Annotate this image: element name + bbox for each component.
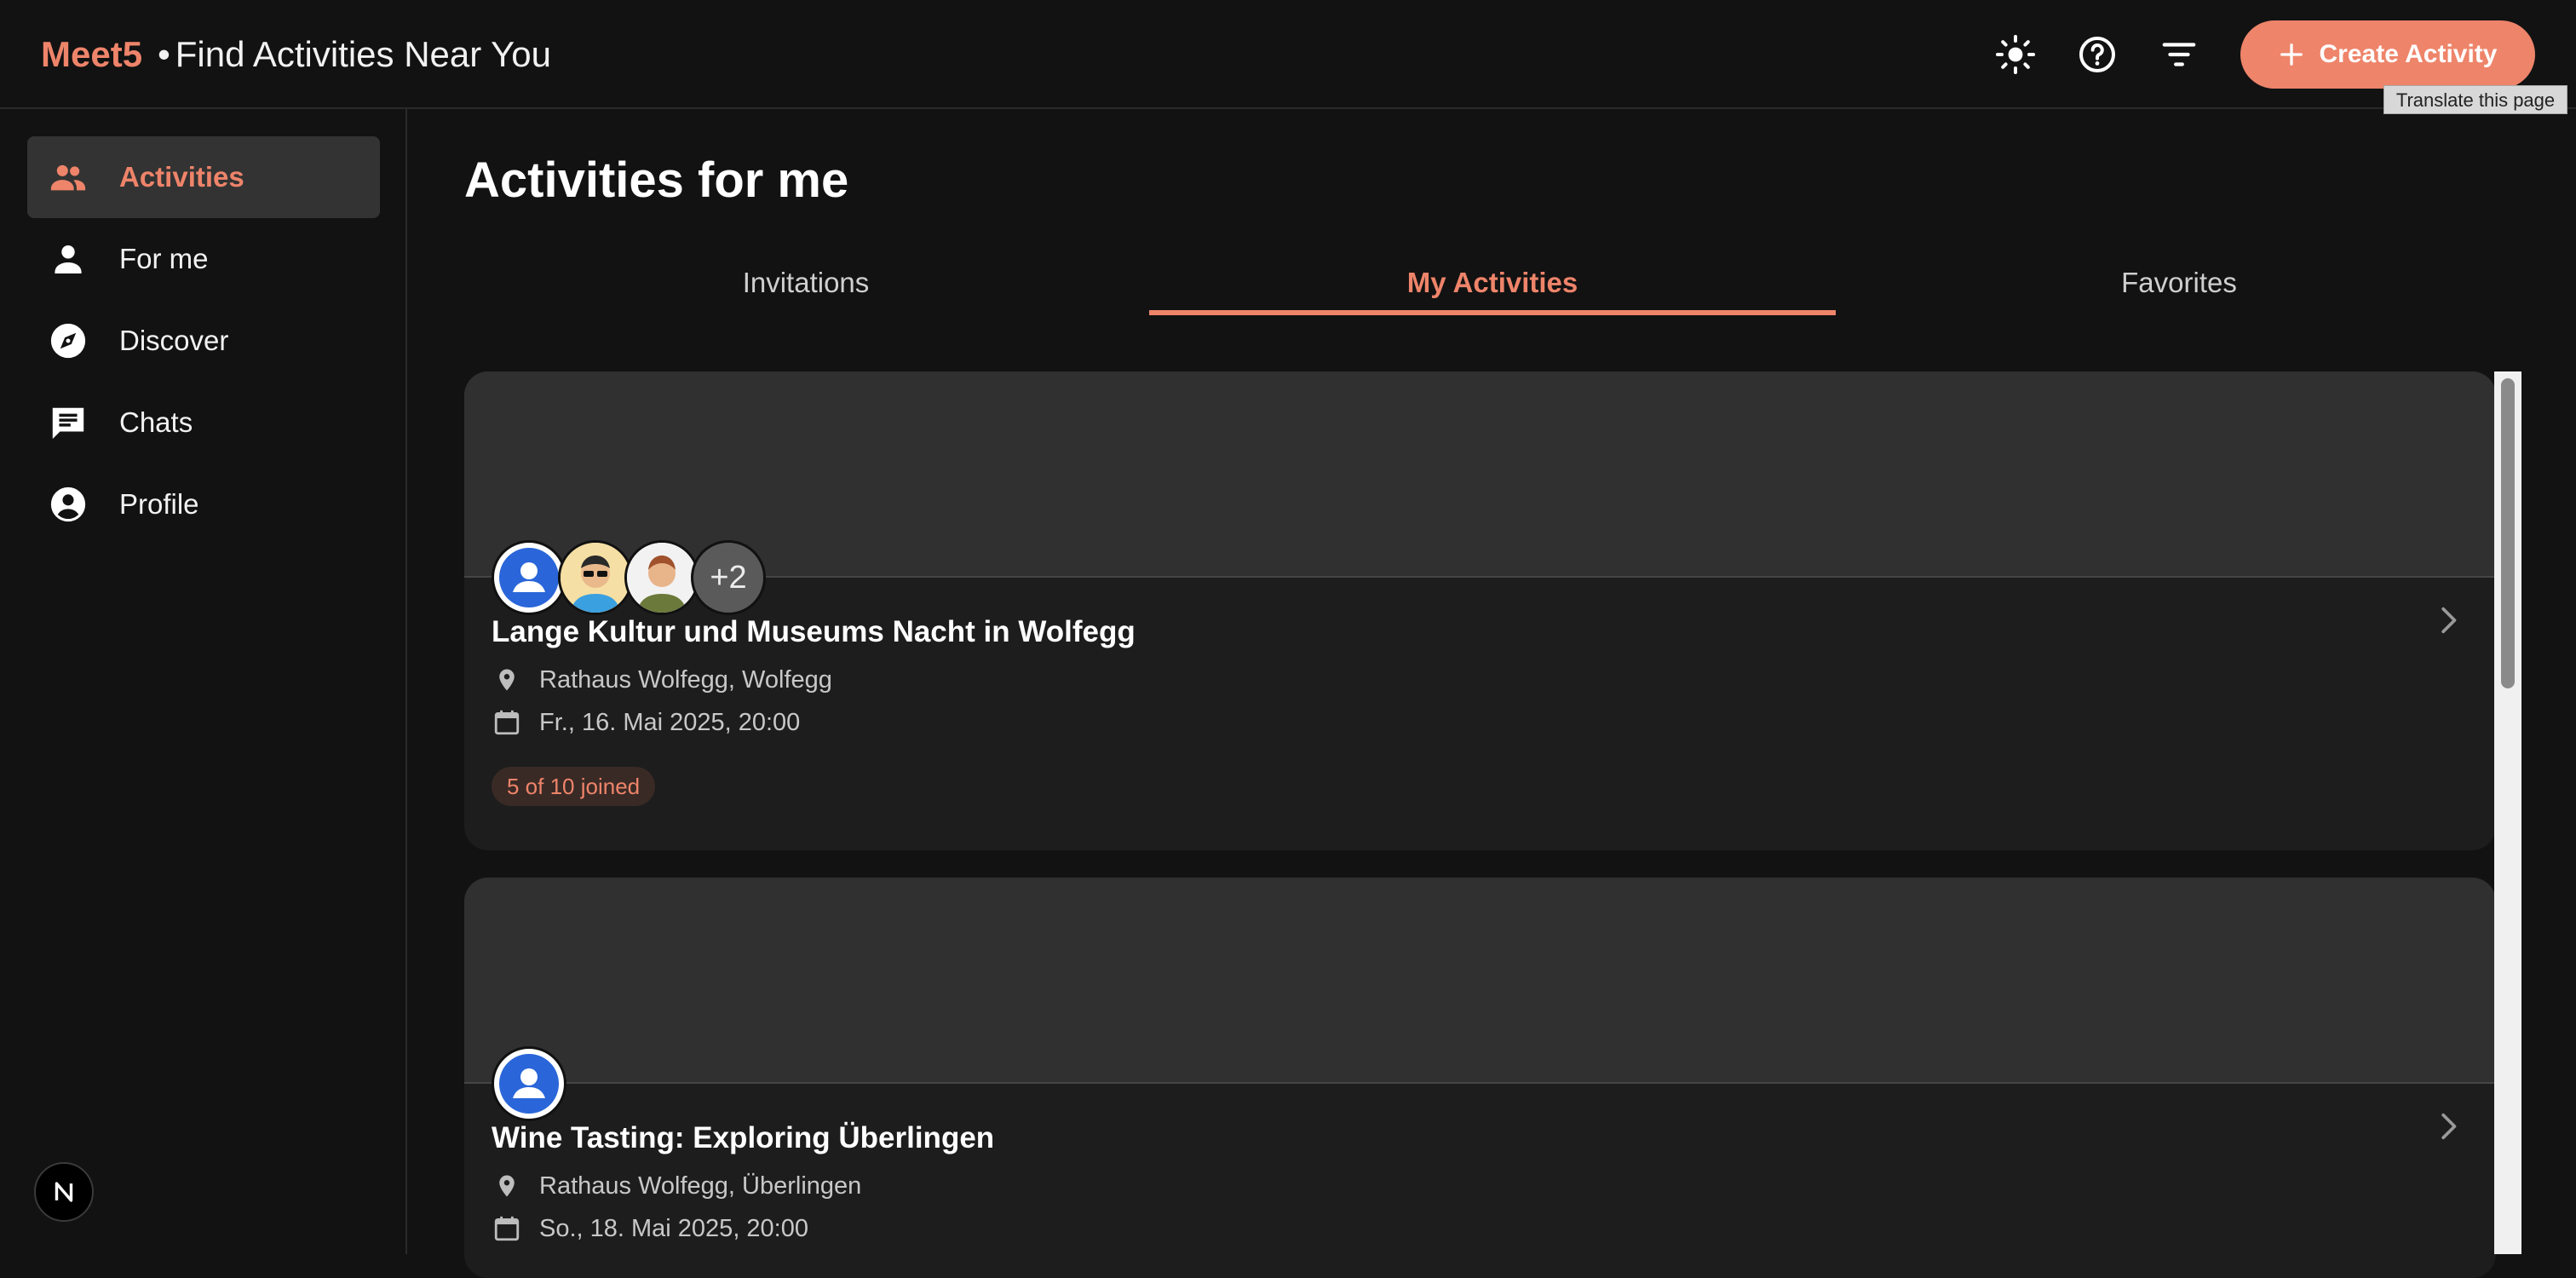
sidebar-item-label: Chats bbox=[119, 406, 193, 438]
tab-invitations[interactable]: Invitations bbox=[463, 247, 1149, 319]
avatar bbox=[492, 540, 566, 615]
sidebar-item-profile[interactable]: Profile bbox=[27, 463, 380, 545]
location-text: Rathaus Wolfegg, Wolfegg bbox=[539, 665, 832, 694]
activity-card[interactable]: +2 Lange Kultur und Museums Nacht in Wol… bbox=[464, 371, 2496, 850]
help-button[interactable] bbox=[2072, 29, 2123, 80]
tab-favorites[interactable]: Favorites bbox=[1836, 247, 2522, 319]
sidebar: Activities For me Discover Chats Profile bbox=[0, 109, 407, 1254]
date-text: Fr., 16. Mai 2025, 20:00 bbox=[539, 708, 801, 736]
dev-badge[interactable] bbox=[34, 1162, 94, 1222]
sidebar-item-chats[interactable]: Chats bbox=[27, 382, 380, 463]
location-pin-icon bbox=[492, 1171, 522, 1201]
avatar bbox=[558, 540, 633, 615]
sidebar-item-label: Activities bbox=[119, 161, 244, 193]
compass-icon bbox=[46, 319, 90, 363]
activity-location: Rathaus Wolfegg, Wolfegg bbox=[492, 665, 832, 695]
filter-icon bbox=[2162, 43, 2196, 66]
activity-title: Lange Kultur und Museums Nacht in Wolfeg… bbox=[492, 615, 1136, 648]
activity-location: Rathaus Wolfegg, Überlingen bbox=[492, 1171, 861, 1201]
sidebar-item-label: Profile bbox=[119, 488, 199, 520]
activity-date: Fr., 16. Mai 2025, 20:00 bbox=[492, 707, 800, 738]
chevron-right-icon[interactable] bbox=[2431, 603, 2465, 637]
filter-button[interactable] bbox=[2153, 29, 2205, 80]
account-circle-icon bbox=[46, 482, 90, 527]
sidebar-item-label: Discover bbox=[119, 325, 229, 356]
participant-avatars: +2 bbox=[492, 540, 766, 615]
avatar bbox=[624, 540, 699, 615]
help-circle-icon bbox=[2079, 37, 2115, 72]
sidebar-item-for-me[interactable]: For me bbox=[27, 218, 380, 300]
avatar bbox=[492, 1046, 566, 1121]
sun-icon bbox=[1996, 35, 2035, 74]
more-participants-badge: +2 bbox=[691, 540, 766, 615]
sidebar-item-label: For me bbox=[119, 243, 209, 274]
activity-banner bbox=[464, 371, 2496, 578]
person-icon bbox=[46, 237, 90, 281]
n-logo-icon bbox=[55, 1182, 73, 1202]
participant-avatars bbox=[492, 1046, 566, 1121]
activity-date: So., 18. Mai 2025, 20:00 bbox=[492, 1213, 808, 1244]
brand-logo[interactable]: Meet5 bbox=[41, 34, 142, 74]
top-bar: Meet5 • Find Activities Near You Create Ac… bbox=[0, 0, 2576, 109]
brand-separator: • bbox=[158, 34, 170, 74]
scrollbar-thumb[interactable] bbox=[2501, 378, 2515, 688]
joined-badge: 5 of 10 joined bbox=[492, 767, 656, 806]
activity-card[interactable]: Wine Tasting: Exploring Überlingen Ratha… bbox=[464, 878, 2496, 1278]
tab-my-activities[interactable]: My Activities bbox=[1149, 247, 1836, 319]
sidebar-item-discover[interactable]: Discover bbox=[27, 300, 380, 382]
activity-banner bbox=[464, 878, 2496, 1084]
date-text: So., 18. Mai 2025, 20:00 bbox=[539, 1214, 808, 1242]
brand: Meet5 • Find Activities Near You bbox=[41, 29, 551, 80]
sidebar-item-activities[interactable]: Activities bbox=[27, 136, 380, 218]
chat-icon bbox=[46, 400, 90, 445]
location-pin-icon bbox=[492, 665, 522, 695]
plus-icon bbox=[2280, 43, 2303, 66]
location-text: Rathaus Wolfegg, Überlingen bbox=[539, 1172, 862, 1200]
translate-tooltip: Translate this page bbox=[2383, 85, 2567, 114]
calendar-icon bbox=[492, 707, 522, 738]
theme-toggle-button[interactable] bbox=[1990, 29, 2041, 80]
calendar-icon bbox=[492, 1213, 522, 1244]
active-tab-indicator bbox=[1149, 310, 1836, 315]
people-icon bbox=[46, 155, 90, 199]
page-header-title: Find Activities Near You bbox=[175, 34, 552, 74]
create-activity-button[interactable]: Create Activity bbox=[2240, 20, 2535, 89]
chevron-right-icon[interactable] bbox=[2431, 1109, 2465, 1143]
create-activity-label: Create Activity bbox=[2319, 40, 2498, 68]
activity-title: Wine Tasting: Exploring Überlingen bbox=[492, 1121, 995, 1154]
page-title: Activities for me bbox=[464, 153, 849, 208]
